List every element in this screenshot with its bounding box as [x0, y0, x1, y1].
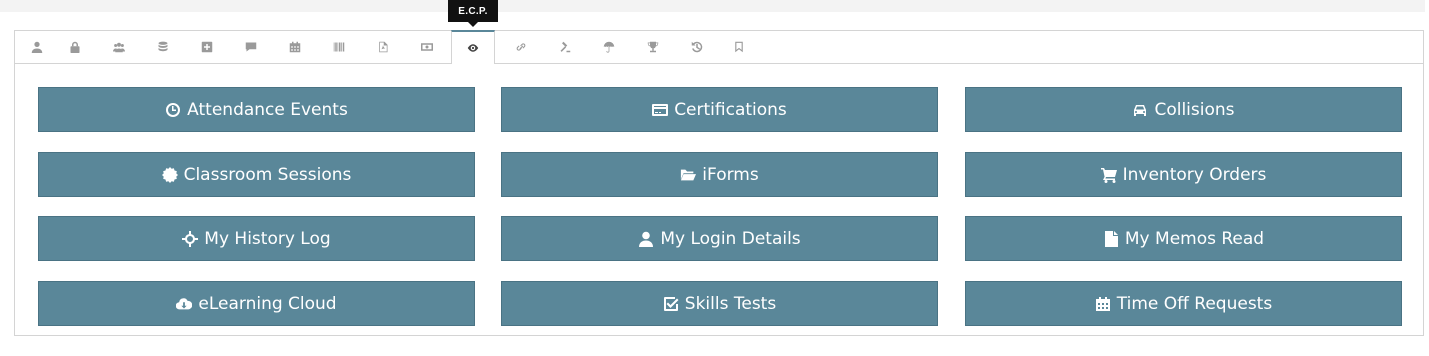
my-memos-read-label: My Memos Read: [1124, 228, 1265, 249]
users-icon: [113, 42, 125, 53]
collisions-button[interactable]: Collisions: [965, 87, 1402, 132]
folder-open-icon: [681, 169, 697, 180]
lock-icon: [70, 41, 80, 53]
time-off-requests-button[interactable]: Time Off Requests: [965, 281, 1402, 326]
classroom-sessions-button[interactable]: Classroom Sessions: [38, 152, 475, 197]
tab-umbrella[interactable]: [587, 31, 631, 63]
gavel-icon: [560, 41, 571, 53]
inventory-orders-button[interactable]: Inventory Orders: [965, 152, 1402, 197]
pdf-file-icon: [379, 41, 388, 53]
my-history-log-label: My History Log: [204, 228, 331, 249]
tab-bar: [15, 30, 1423, 64]
classroom-sessions-label: Classroom Sessions: [183, 164, 352, 185]
time-off-requests-label: Time Off Requests: [1116, 293, 1273, 314]
iforms-label: iForms: [702, 164, 759, 185]
tab-add[interactable]: [185, 31, 229, 63]
certifications-button[interactable]: Certifications: [501, 87, 938, 132]
collisions-label: Collisions: [1154, 99, 1235, 120]
tab-history[interactable]: [675, 31, 719, 63]
tab-lock[interactable]: [53, 31, 97, 63]
car-icon: [1134, 104, 1147, 116]
money-icon: [421, 43, 433, 51]
clock-icon: [166, 102, 181, 117]
top-bar: [0, 0, 1425, 12]
user-icon: [31, 41, 43, 53]
tab-link[interactable]: [499, 31, 543, 63]
trophy-icon: [647, 41, 659, 53]
inventory-orders-label: Inventory Orders: [1122, 164, 1267, 185]
iforms-button[interactable]: iForms: [501, 152, 938, 197]
tooltip-label: E.C.P.: [458, 5, 488, 17]
bookmark-icon: [735, 41, 743, 53]
calendar-icon: [1095, 296, 1110, 311]
elearning-cloud-label: eLearning Cloud: [198, 293, 337, 314]
tab-pdf[interactable]: [361, 31, 405, 63]
tab-bookmark[interactable]: [717, 31, 761, 63]
tab-ecp[interactable]: [451, 30, 495, 64]
elearning-cloud-button[interactable]: eLearning Cloud: [38, 281, 475, 326]
check-square-icon: [663, 296, 679, 311]
ecp-panel: Attendance Events Certifications Collisi…: [14, 30, 1424, 336]
tab-users[interactable]: [97, 31, 141, 63]
user-icon: [639, 231, 654, 247]
tab-comments[interactable]: [229, 31, 273, 63]
plus-square-icon: [201, 41, 213, 53]
tab-gavel[interactable]: [543, 31, 587, 63]
my-login-details-button[interactable]: My Login Details: [501, 216, 938, 261]
skills-tests-label: Skills Tests: [684, 293, 777, 314]
attendance-events-label: Attendance Events: [187, 99, 348, 120]
history-icon: [691, 41, 703, 53]
shopping-cart-icon: [1100, 167, 1117, 183]
barcode-icon: [333, 42, 345, 52]
skills-tests-button[interactable]: Skills Tests: [501, 281, 938, 326]
database-icon: [158, 41, 168, 52]
my-memos-read-button[interactable]: My Memos Read: [965, 216, 1402, 261]
attendance-events-button[interactable]: Attendance Events: [38, 87, 475, 132]
comment-icon: [245, 42, 257, 52]
eye-icon: [467, 44, 479, 52]
my-history-log-button[interactable]: My History Log: [38, 216, 475, 261]
crosshairs-icon: [182, 230, 199, 247]
certifications-label: Certifications: [674, 99, 787, 120]
calendar-icon: [289, 41, 301, 53]
tab-database[interactable]: [141, 31, 185, 63]
tab-money[interactable]: [405, 31, 449, 63]
my-login-details-label: My Login Details: [660, 228, 801, 249]
link-icon: [516, 43, 526, 51]
tab-calendar[interactable]: [273, 31, 317, 63]
certificate-icon: [161, 166, 178, 183]
tab-barcode[interactable]: [317, 31, 361, 63]
cloud-download-icon: [176, 297, 193, 309]
tab-tooltip: E.C.P.: [448, 0, 498, 27]
tab-trophy[interactable]: [631, 31, 675, 63]
umbrella-icon: [603, 41, 615, 53]
credit-card-icon: [652, 103, 669, 116]
file-icon: [1104, 230, 1118, 247]
